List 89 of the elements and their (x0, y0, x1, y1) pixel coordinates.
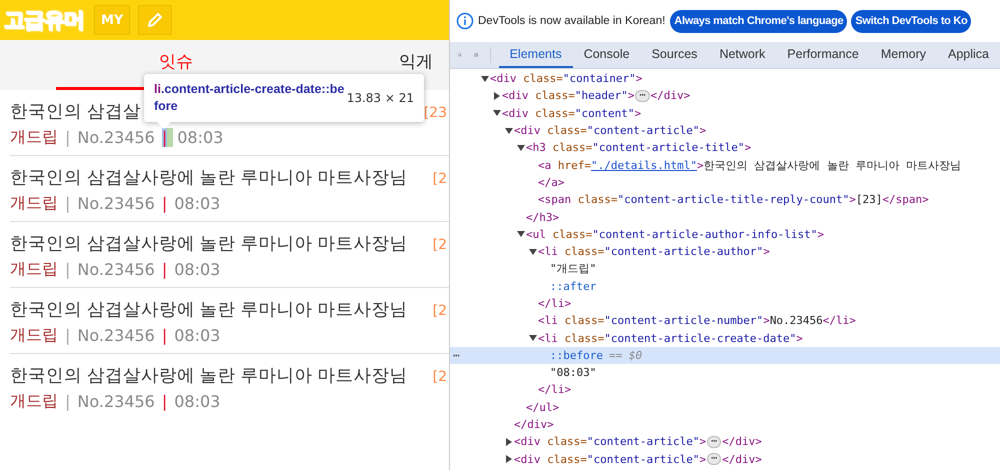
article-time: 08:03 (177, 128, 224, 147)
devtools-tab[interactable]: Applica (937, 42, 1000, 68)
element-size: 13.83 × 21 (346, 91, 414, 105)
article-title-link[interactable]: 한국인의 삼겹살사랑에 놀란 루마니아 마트사장님 (10, 231, 408, 255)
article-author: 개드립 (10, 194, 58, 214)
more-options-icon[interactable]: ⋯ (453, 348, 460, 362)
separator: | (162, 392, 168, 411)
article-number: No.23456 (77, 128, 155, 147)
collapse-arrow-icon[interactable] (504, 126, 514, 136)
reply-count: [2 (432, 237, 447, 253)
dom-node-line[interactable]: <div class="content-article"> (514, 124, 706, 138)
pseudo-element[interactable]: ::after (550, 280, 596, 293)
separator: | (162, 260, 168, 279)
article-time: 08:03 (174, 194, 220, 213)
reply-count: [2 (432, 303, 447, 319)
dom-node-line[interactable]: <div class="content-article"> (514, 435, 706, 448)
dom-node-line[interactable]: <ul class="content-article-author-info-list"> (526, 228, 824, 241)
article-number: No.23456 (77, 392, 155, 411)
article-author: 개드립 (10, 260, 58, 280)
separator: | (65, 128, 70, 147)
article-time: 08:03 (174, 326, 220, 345)
collapse-arrow-icon[interactable] (516, 229, 526, 240)
dom-node-line[interactable]: <li class="content-article-author"> (538, 245, 770, 258)
article-title-link[interactable]: 한국인의 삼겹살사랑에 놀란 루마니아 마트사장님 (10, 165, 408, 189)
closing-tag: </div> (722, 435, 762, 448)
devtools-tab[interactable]: Sources (640, 42, 708, 68)
collapse-arrow-icon[interactable] (528, 333, 538, 344)
article-author: 개드립 (10, 128, 58, 148)
article-title-link[interactable]: 한국인의 삼겹살 (10, 99, 141, 123)
article-author: 개드립 (10, 392, 58, 412)
reply-count: [23 (424, 105, 447, 121)
article-time: 08:03 (174, 260, 220, 279)
devtools-tab[interactable]: Elements (498, 42, 573, 68)
article-time: 08:03 (174, 392, 220, 411)
ellipsis-button[interactable]: ⋯ (635, 90, 650, 102)
devtools-tab[interactable]: Network (708, 42, 776, 68)
collapse-arrow-icon[interactable] (516, 142, 526, 153)
article-title-link[interactable]: 한국인의 삼겹살사랑에 놀란 루마니아 마트사장님 (10, 363, 408, 387)
dom-node-line[interactable]: <span class="content-article-title-reply-count">[23]</span> (538, 193, 929, 206)
collapse-arrow-icon[interactable] (480, 74, 490, 84)
devtools-tab[interactable]: Memory (870, 42, 937, 68)
reply-count: [2 (432, 369, 447, 385)
selected-marker: == $0 (608, 348, 642, 362)
article-number: No.23456 (77, 326, 155, 345)
closing-tag: </div> (722, 452, 762, 466)
article-author: 개드립 (10, 326, 58, 346)
text-node[interactable]: "개드립" (550, 261, 596, 276)
banner-message: DevTools is now available in Korean! (478, 15, 666, 27)
separator: | (65, 392, 70, 411)
expand-arrow-icon[interactable] (504, 454, 514, 464)
separator: | (162, 128, 174, 147)
dom-node-line[interactable]: <a href="./details.html">한국인의 삼겹살사랑에 놀란 루마니아 마트사장님 (538, 158, 962, 173)
language-button[interactable]: Switch DevTools to Ko (851, 10, 972, 32)
closing-tag: </div> (514, 418, 554, 432)
dom-node-line[interactable]: <div class="content"> (502, 106, 642, 120)
closing-tag: </div> (650, 89, 690, 102)
collapse-arrow-icon[interactable] (492, 108, 502, 118)
closing-tag: </a> (538, 176, 564, 189)
dom-node-line[interactable]: <div class="container"> (490, 72, 642, 86)
article-number: No.23456 (77, 260, 155, 279)
reply-count: [2 (432, 171, 447, 187)
collapse-arrow-icon[interactable] (528, 246, 538, 257)
info-icon (456, 12, 474, 30)
devtools-tab[interactable]: Console (572, 42, 641, 68)
dom-node-line[interactable]: <div class="header"> (502, 89, 634, 102)
expand-arrow-icon[interactable] (504, 436, 514, 447)
dom-node-line[interactable]: <h3 class="content-article-title"> (526, 141, 752, 154)
dom-node-line[interactable]: <li class="content-article-create-date"> (538, 332, 803, 345)
ellipsis-button[interactable]: ⋯ (707, 453, 722, 466)
closing-tag: </h3> (526, 210, 560, 224)
closing-tag: </li> (538, 297, 572, 310)
separator: | (162, 194, 168, 213)
dom-node-line[interactable]: <div class="content-article"> (514, 452, 706, 466)
expand-arrow-icon[interactable] (492, 90, 502, 101)
closing-tag: </li> (538, 383, 572, 396)
dom-node-line[interactable]: <li class="content-article-number">No.23456</li> (538, 314, 856, 328)
separator: | (65, 326, 70, 345)
devtools-tab[interactable]: Performance (776, 42, 870, 68)
pencil-icon (146, 11, 164, 29)
ellipsis-button[interactable]: ⋯ (707, 436, 722, 448)
separator: | (65, 194, 70, 213)
text-node[interactable]: "08:03" (550, 366, 596, 380)
language-button[interactable]: Always match Chrome's language (670, 10, 848, 32)
pseudo-element[interactable]: ::before (550, 348, 603, 362)
article-number: No.23456 (77, 194, 155, 213)
closing-tag: </ul> (526, 400, 560, 414)
separator: | (65, 260, 70, 279)
separator: | (162, 326, 168, 345)
article-title-link[interactable]: 한국인의 삼겹살사랑에 놀란 루마니아 마트사장님 (10, 297, 408, 321)
